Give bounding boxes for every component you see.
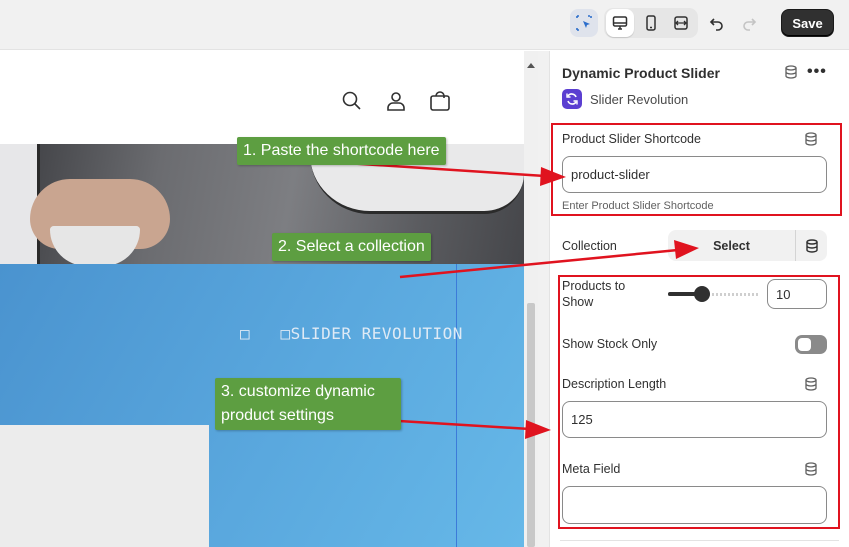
callout-step-2: 2. Select a collection xyxy=(272,233,431,261)
search-icon[interactable] xyxy=(340,89,364,113)
undo-icon[interactable] xyxy=(703,9,731,37)
store-preview: □ □SLIDER REVOLUTION xyxy=(0,51,524,547)
shortcode-highlight-box xyxy=(551,123,842,216)
preview-scrollbar[interactable] xyxy=(524,51,538,547)
database-icon[interactable] xyxy=(795,230,827,261)
collection-label: Collection xyxy=(562,239,617,253)
slider-revolution-app-icon xyxy=(562,89,582,109)
collection-select-button[interactable]: Select xyxy=(668,230,795,261)
app-name: Slider Revolution xyxy=(590,92,689,107)
top-toolbar: Save xyxy=(0,0,849,50)
panel-divider xyxy=(560,540,839,541)
callout-step-1: 1. Paste the shortcode here xyxy=(237,137,446,165)
panel-gutter xyxy=(538,51,550,547)
settings-highlight-box xyxy=(558,275,840,529)
more-options-icon[interactable]: ••• xyxy=(807,63,827,81)
desktop-icon[interactable] xyxy=(606,9,634,37)
callout-step-3-line1: 3. customize dynamic xyxy=(221,383,375,400)
fullwidth-icon[interactable] xyxy=(667,9,695,37)
panel-title: Dynamic Product Slider xyxy=(562,65,720,81)
scroll-up-icon[interactable] xyxy=(527,63,535,68)
redo-icon[interactable] xyxy=(735,9,763,37)
product-card xyxy=(0,425,209,547)
save-button[interactable]: Save xyxy=(781,9,834,37)
database-icon[interactable] xyxy=(783,64,799,80)
scrollbar-thumb[interactable] xyxy=(527,303,535,547)
callout-step-3: 3. customize dynamic product settings xyxy=(215,378,401,430)
slider-placeholder-text: □ □SLIDER REVOLUTION xyxy=(240,324,463,343)
cart-icon[interactable] xyxy=(428,89,452,113)
mobile-icon[interactable] xyxy=(637,9,665,37)
section-guide-line xyxy=(456,264,457,547)
callout-step-3-line2: product settings xyxy=(221,407,334,424)
cursor-select-icon[interactable] xyxy=(570,9,598,37)
account-icon[interactable] xyxy=(384,89,408,113)
